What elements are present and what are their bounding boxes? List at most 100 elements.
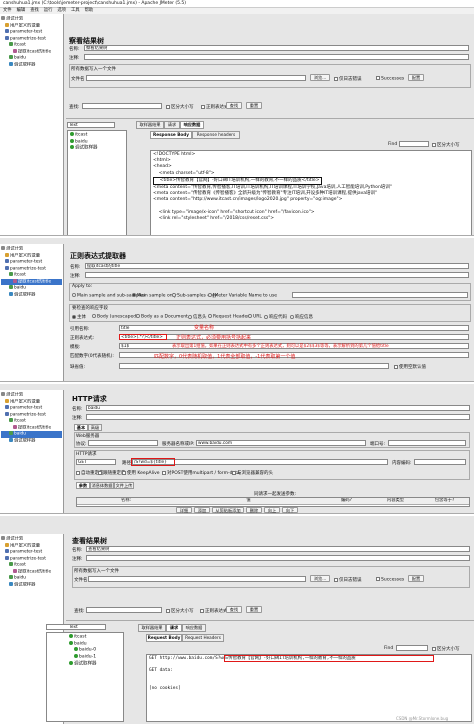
tab-files-upload[interactable]: 文件上传 xyxy=(114,482,134,489)
search-button[interactable]: 查找 xyxy=(226,606,242,613)
list-item[interactable]: 调试取样器 xyxy=(70,145,124,152)
field-headers-radio[interactable]: 信息头 xyxy=(188,314,207,320)
menu-options[interactable]: 选项 xyxy=(57,8,66,13)
keepalive-checkbox[interactable]: 使用 KeepAlive xyxy=(122,470,160,476)
tree-item-debug[interactable]: 调试取样器 xyxy=(1,61,62,69)
filename-input[interactable] xyxy=(88,576,306,582)
tab-request[interactable]: 请求 xyxy=(164,121,180,129)
method-select[interactable]: GET xyxy=(76,459,116,465)
regex-checkbox[interactable]: 正则表达式 xyxy=(201,104,229,110)
delete-button[interactable]: 删除 xyxy=(246,507,262,513)
menu-tools[interactable]: 工具 xyxy=(71,8,80,13)
tab-response-data[interactable]: 响应数据 xyxy=(182,624,206,632)
menu-help[interactable]: 帮助 xyxy=(85,8,94,13)
comment-input[interactable] xyxy=(86,414,470,420)
tab-response-data[interactable]: 响应数据 xyxy=(180,121,204,129)
field-request-headers-radio[interactable]: Request Headers xyxy=(208,314,251,320)
tab-sampler-result[interactable]: 取样器结果 xyxy=(138,624,166,632)
filename-input[interactable] xyxy=(86,75,306,81)
find-case-checkbox[interactable]: 区分大小写 xyxy=(432,646,460,652)
reset-button[interactable]: 重置 xyxy=(246,606,262,613)
server-input[interactable]: www.baidu.com xyxy=(196,440,366,446)
menu-search[interactable]: 查找 xyxy=(30,8,39,13)
find-input[interactable] xyxy=(399,141,429,147)
regex-input[interactable]: <title>(.*?)</title> xyxy=(119,334,469,340)
case-sensitive-checkbox[interactable]: 区分大小写 xyxy=(166,608,194,614)
list-item[interactable]: 调试取样器 xyxy=(69,660,121,668)
reset-button[interactable]: 重置 xyxy=(246,102,262,109)
log-errors-checkbox[interactable]: 仅日志错误 xyxy=(334,577,362,583)
use-empty-checkbox[interactable]: 使用空默认值 xyxy=(394,364,426,370)
search-button[interactable]: 查找 xyxy=(226,102,242,109)
field-url-radio[interactable]: URL xyxy=(248,314,262,320)
field-body-unescaped-radio[interactable]: Body (unescaped) xyxy=(92,314,138,320)
browser-headers-checkbox[interactable]: 与浏览器兼容的头 xyxy=(232,470,273,476)
list-item[interactable]: itcast xyxy=(69,634,121,641)
tree-item-debug[interactable]: 调试取样器 xyxy=(1,437,62,445)
encoding-input[interactable] xyxy=(414,459,466,465)
tab-request[interactable]: 请求 xyxy=(166,624,182,632)
multipart-checkbox[interactable]: 对POST使用multipart / form-data xyxy=(162,470,240,476)
move-down-button[interactable]: 向下 xyxy=(282,507,298,513)
apply-jmeter-var-radio[interactable]: JMeter Variable Name to use xyxy=(208,293,277,299)
subtab-request-headers[interactable]: Request Headers xyxy=(182,634,224,642)
config-icon xyxy=(5,398,9,403)
move-up-button[interactable]: 向上 xyxy=(264,507,280,513)
regex-checkbox[interactable]: 正则表达式 xyxy=(200,608,228,614)
search-input[interactable] xyxy=(82,103,162,109)
tree-item-debug[interactable]: 调试取样器 xyxy=(1,291,62,299)
protocol-input[interactable] xyxy=(88,440,158,446)
jmeter-var-input[interactable] xyxy=(292,292,468,298)
configure-button[interactable]: 配置 xyxy=(408,575,424,582)
field-response-message-radio[interactable]: 响应信息 xyxy=(290,314,313,320)
list-item[interactable]: baidu-1 xyxy=(69,654,121,661)
name-input[interactable]: 察看结果树 xyxy=(84,45,469,51)
tab-basic[interactable]: 基本 xyxy=(74,424,88,431)
list-item[interactable]: itcast xyxy=(70,132,124,139)
successes-checkbox[interactable]: Successes xyxy=(376,76,404,82)
browse-button[interactable]: 浏览... xyxy=(310,74,330,81)
field-body-doc-radio[interactable]: Body as a Document xyxy=(136,314,188,320)
refname-input[interactable]: title xyxy=(119,325,469,331)
list-item[interactable]: baidu-0 xyxy=(69,647,121,654)
comment-input[interactable] xyxy=(85,272,469,278)
list-item[interactable]: baidu xyxy=(69,640,121,648)
field-response-code-radio[interactable]: 响应代码 xyxy=(264,314,287,320)
menu-run[interactable]: 运行 xyxy=(44,8,53,13)
name-input[interactable]: 查看结果树 xyxy=(86,546,470,552)
browse-button[interactable]: 浏览... xyxy=(310,575,330,582)
subtab-response-body[interactable]: Response Body xyxy=(150,131,192,139)
add-from-clipboard-button[interactable]: 从剪贴板添加 xyxy=(212,507,244,513)
comment-input[interactable] xyxy=(86,555,470,561)
tab-advanced[interactable]: 高级 xyxy=(88,424,102,431)
list-item[interactable]: baidu xyxy=(70,138,124,146)
menu-edit[interactable]: 编辑 xyxy=(17,8,26,13)
case-sensitive-checkbox[interactable]: 区分大小写 xyxy=(166,104,194,110)
tree-item-debug[interactable]: 调试取样器 xyxy=(1,581,62,589)
apply-main-only-radio[interactable]: Main sample only xyxy=(132,293,176,299)
detail-button[interactable]: 详细 xyxy=(176,507,192,513)
successes-checkbox[interactable]: Successes xyxy=(376,577,404,583)
find-case-checkbox[interactable]: 区分大小写 xyxy=(432,142,460,148)
field-body-radio[interactable]: 主体 xyxy=(72,314,86,320)
renderer-select[interactable]: Text xyxy=(46,624,106,630)
tab-params[interactable]: 参数 xyxy=(76,482,90,489)
tab-body-data[interactable]: 消息体数据 xyxy=(90,482,114,489)
find-input[interactable] xyxy=(396,645,428,651)
renderer-select[interactable]: Text xyxy=(67,122,115,128)
port-input[interactable] xyxy=(388,440,466,446)
search-input[interactable] xyxy=(86,607,162,613)
configure-button[interactable]: 配置 xyxy=(408,74,424,81)
menu-file[interactable]: 文件 xyxy=(3,8,12,13)
name-input[interactable]: baidu xyxy=(86,405,470,411)
tab-sampler-result[interactable]: 取样器结果 xyxy=(136,121,164,129)
add-button[interactable]: 添加 xyxy=(194,507,210,513)
config-icon xyxy=(5,542,9,547)
subtab-response-headers[interactable]: Response headers xyxy=(192,131,240,139)
log-errors-checkbox[interactable]: 仅日志错误 xyxy=(334,76,362,82)
subtab-request-body[interactable]: Request Body xyxy=(146,634,182,642)
thread-group-icon xyxy=(5,405,9,409)
comment-input[interactable] xyxy=(84,54,469,60)
default-input[interactable] xyxy=(119,363,389,369)
name-input[interactable]: 提取itcast的title xyxy=(85,263,469,269)
